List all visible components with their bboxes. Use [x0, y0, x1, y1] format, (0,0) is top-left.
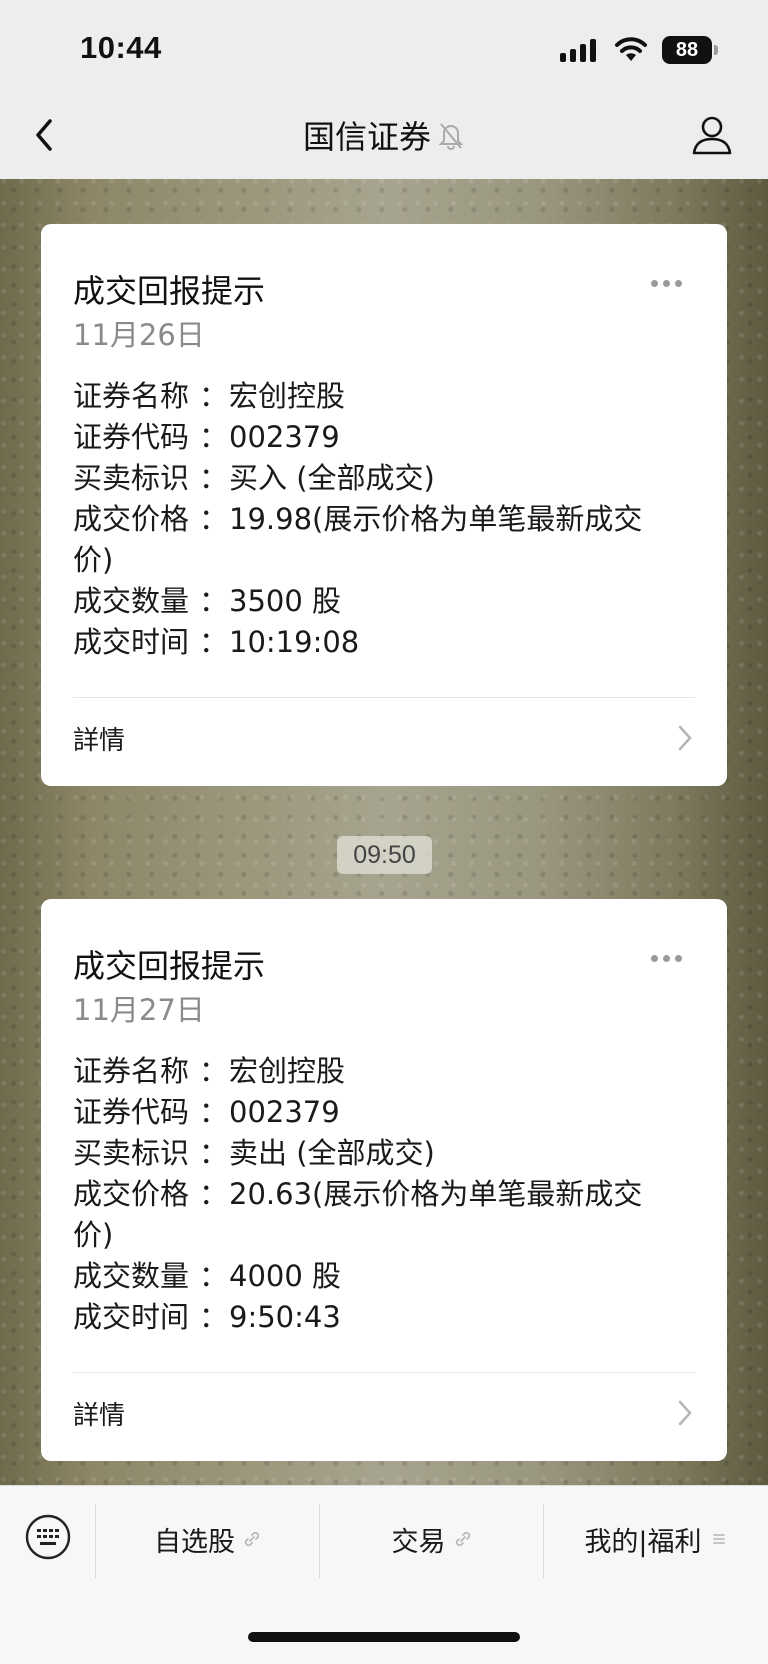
row-trade-time: 成交时间： 9:50:43: [73, 1297, 673, 1338]
value: 20.63(展示价格为单笔最新成交: [229, 1177, 643, 1211]
value: 4000 股: [229, 1259, 342, 1293]
status-time: 10:44: [80, 30, 162, 65]
wifi-icon: [615, 37, 647, 61]
colon: ：: [198, 502, 228, 536]
colon: ：: [198, 379, 228, 413]
colon: ：: [198, 1095, 228, 1129]
menu-list-icon: [712, 1534, 725, 1544]
label: 证券代码: [73, 420, 190, 454]
row-trade-quantity: 成交数量： 4000 股: [73, 1256, 673, 1297]
label: 成交价格: [73, 502, 190, 536]
value: 9:50:43: [229, 1300, 341, 1334]
colon: ：: [198, 1054, 228, 1088]
chevron-right-icon: [678, 1400, 692, 1426]
profile-icon[interactable]: [690, 113, 734, 157]
colon: ：: [198, 1300, 228, 1334]
label: 成交价格: [73, 1177, 190, 1211]
menu-label: 交易: [391, 1526, 446, 1558]
value: 002379: [229, 420, 340, 454]
value: 宏创控股: [229, 1054, 346, 1088]
top-bar: 10:44 88 国信证券: [0, 0, 768, 179]
card-title: 成交回报提示: [73, 947, 266, 985]
chat-area[interactable]: 成交回报提示 11月26日 证券名称：宏创控股 证券代码： 002379 买卖标识…: [0, 179, 768, 1485]
chevron-right-icon: [678, 725, 692, 751]
colon: ：: [198, 625, 228, 659]
row-trade-side: 买卖标识：卖出 (全部成交): [73, 1133, 673, 1174]
colon: ：: [198, 584, 228, 618]
card-title: 成交回报提示: [73, 272, 266, 310]
value: 买入 (全部成交): [229, 461, 435, 495]
more-icon[interactable]: [651, 947, 689, 962]
row-security-name: 证券名称：宏创控股: [73, 1051, 673, 1092]
price-wrap-tail: 价): [73, 543, 114, 577]
value: 002379: [229, 1095, 340, 1129]
label: 成交时间: [73, 1300, 190, 1334]
battery-icon: 88: [662, 36, 718, 64]
divider: [73, 697, 695, 698]
row-trade-side: 买卖标识：买入 (全部成交): [73, 458, 673, 499]
link-icon: [244, 1531, 260, 1547]
row-security-name: 证券名称：宏创控股: [73, 376, 673, 417]
card-date: 11月27日: [73, 993, 205, 1027]
divider: [73, 1372, 695, 1373]
colon: ：: [198, 420, 228, 454]
colon: ：: [198, 461, 228, 495]
nav-title-wrap: 国信证券: [0, 112, 768, 158]
label: 买卖标识: [73, 461, 190, 495]
label: 证券名称: [73, 1054, 190, 1088]
value: 10:19:08: [229, 625, 360, 659]
row-security-code: 证券代码： 002379: [73, 417, 673, 458]
value: 卖出 (全部成交): [229, 1136, 435, 1170]
label: 成交数量: [73, 1259, 190, 1293]
menu-mine-benefits[interactable]: 我的|福利: [544, 1519, 768, 1559]
price-wrap-tail: 价): [73, 1218, 114, 1252]
trade-report-card[interactable]: 成交回报提示 11月26日 证券名称：宏创控股 证券代码： 002379 买卖标识…: [41, 224, 727, 786]
trade-details: 证券名称：宏创控股 证券代码： 002379 买卖标识：买入 (全部成交) 成交价…: [73, 376, 673, 663]
card-date: 11月26日: [73, 318, 205, 352]
page-title: 国信证券: [302, 118, 431, 156]
label: 证券名称: [73, 379, 190, 413]
trade-report-card[interactable]: 成交回报提示 11月27日 证券名称：宏创控股 证券代码： 002379 买卖标识…: [41, 899, 727, 1461]
signal-icon: [560, 38, 596, 62]
label: 成交数量: [73, 584, 190, 618]
colon: ：: [198, 1177, 228, 1211]
time-separator: 09:50: [337, 836, 432, 874]
bottom-menu: 自选股 交易 我的|福利: [0, 1485, 768, 1664]
detail-link[interactable]: 詳情: [73, 1395, 125, 1432]
label: 证券代码: [73, 1095, 190, 1129]
more-icon[interactable]: [651, 272, 689, 287]
home-indicator[interactable]: [248, 1632, 520, 1642]
row-trade-price: 成交价格： 19.98(展示价格为单笔最新成交: [73, 499, 673, 540]
menu-watchlist[interactable]: 自选股: [96, 1519, 319, 1559]
label: 买卖标识: [73, 1136, 190, 1170]
row-trade-price: 成交价格： 20.63(展示价格为单笔最新成交: [73, 1174, 673, 1215]
muted-bell-icon: [438, 123, 464, 150]
label: 成交时间: [73, 625, 190, 659]
menu-label: 自选股: [154, 1526, 235, 1558]
menu-label: 我的|福利: [584, 1526, 702, 1558]
value: 19.98(展示价格为单笔最新成交: [229, 502, 643, 536]
value: 宏创控股: [229, 379, 346, 413]
row-trade-time: 成交时间： 10:19:08: [73, 622, 673, 663]
row-trade-quantity: 成交数量： 3500 股: [73, 581, 673, 622]
link-icon: [455, 1531, 470, 1547]
menu-trade[interactable]: 交易: [320, 1519, 543, 1559]
colon: ：: [198, 1259, 228, 1293]
keyboard-icon[interactable]: [25, 1514, 71, 1560]
trade-details: 证券名称：宏创控股 证券代码： 002379 买卖标识：卖出 (全部成交) 成交价…: [73, 1051, 673, 1338]
row-security-code: 证券代码： 002379: [73, 1092, 673, 1133]
detail-link[interactable]: 詳情: [73, 720, 125, 757]
colon: ：: [198, 1136, 228, 1170]
value: 3500 股: [229, 584, 342, 618]
